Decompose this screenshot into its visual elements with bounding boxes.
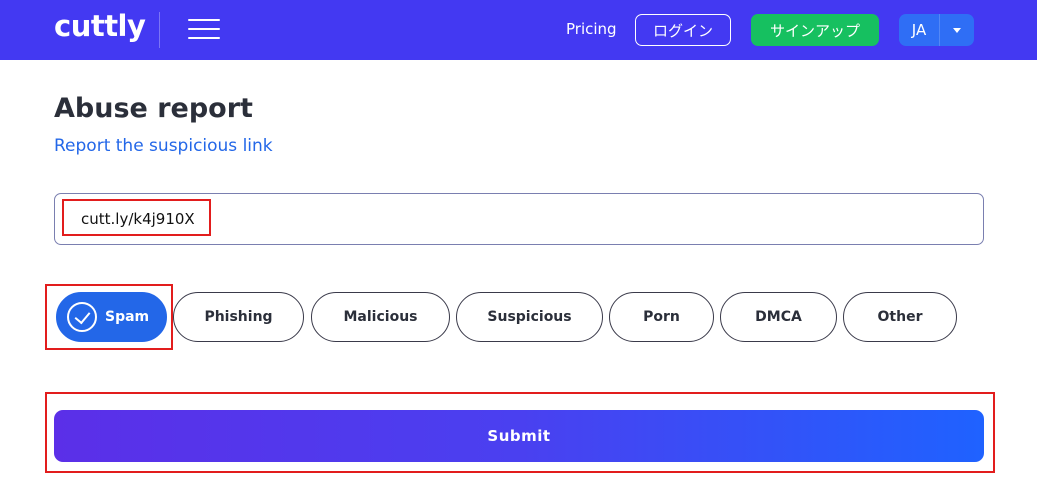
caret-down-icon: [953, 27, 961, 33]
pricing-link[interactable]: Pricing: [566, 20, 617, 38]
cuttly-logo[interactable]: cuttly: [54, 9, 146, 43]
category-chip-porn[interactable]: Porn: [609, 292, 714, 342]
category-chip-phishing[interactable]: Phishing: [173, 292, 304, 342]
language-selector[interactable]: JA: [899, 14, 974, 46]
hamburger-menu-icon[interactable]: [188, 17, 220, 41]
top-navbar: cuttly Pricing ログイン サインアップ JA: [0, 0, 1037, 60]
spam-highlight-box: [45, 284, 173, 350]
category-chip-suspicious[interactable]: Suspicious: [456, 292, 603, 342]
language-code[interactable]: JA: [899, 14, 939, 46]
page-title: Abuse report: [54, 93, 253, 124]
submit-highlight-box: [45, 392, 995, 473]
signup-button[interactable]: サインアップ: [751, 14, 879, 46]
language-dropdown-toggle[interactable]: [939, 14, 974, 46]
category-chip-malicious[interactable]: Malicious: [311, 292, 450, 342]
category-chip-other[interactable]: Other: [843, 292, 957, 342]
page-subtitle: Report the suspicious link: [54, 136, 273, 156]
navbar-divider: [159, 12, 160, 48]
login-button[interactable]: ログイン: [635, 14, 731, 46]
category-chip-dmca[interactable]: DMCA: [720, 292, 837, 342]
url-highlight-box: [62, 199, 211, 236]
